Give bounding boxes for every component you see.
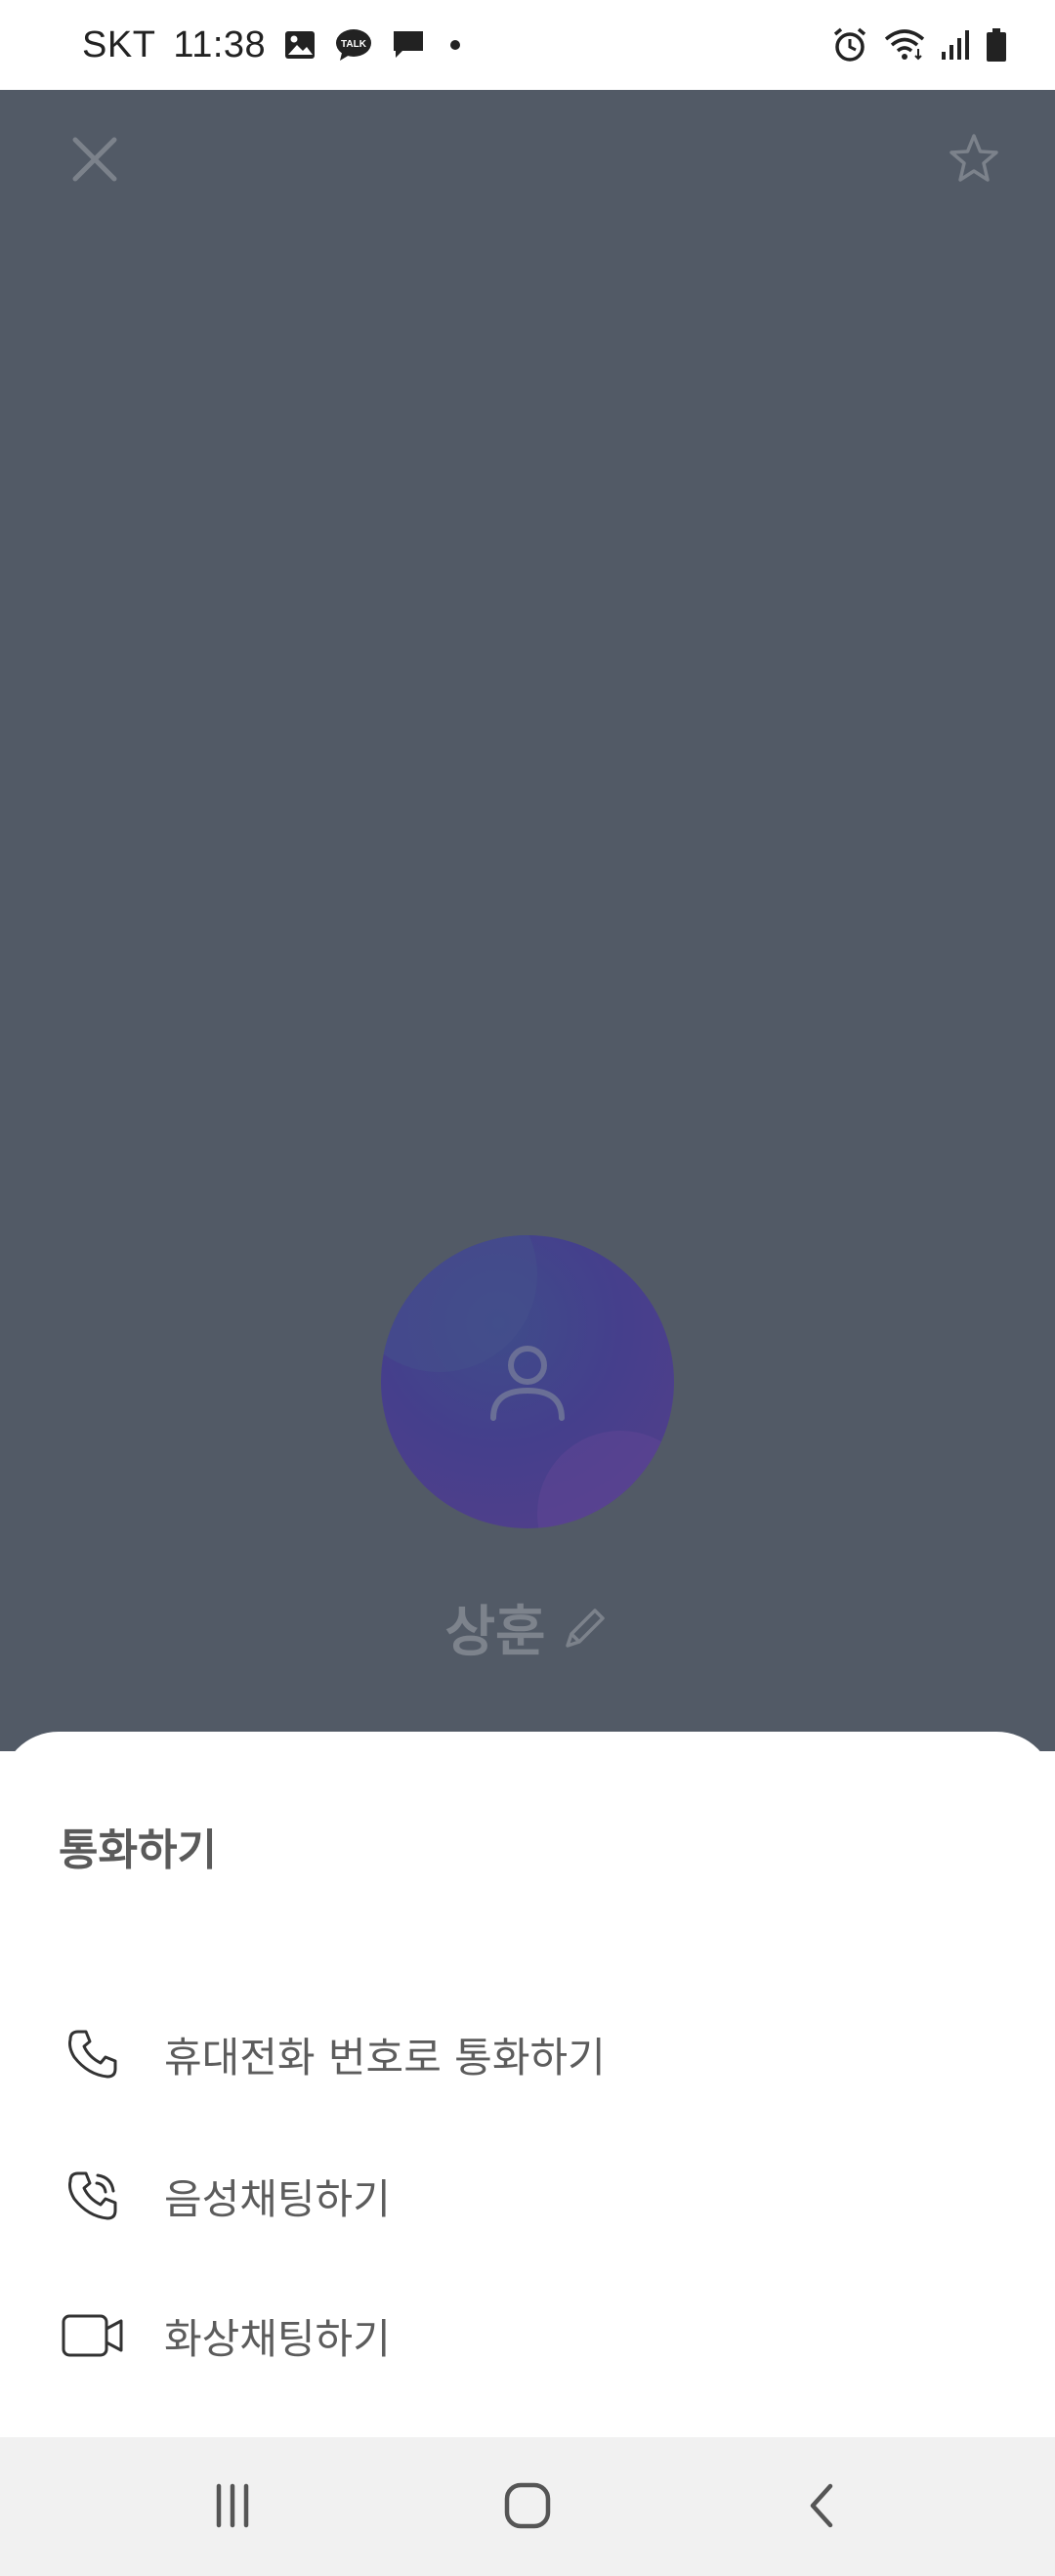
avatar-decoration <box>537 1431 674 1528</box>
carrier-label: SKT <box>82 23 156 65</box>
phone-icon <box>59 2020 127 2088</box>
alarm-icon <box>830 25 869 64</box>
recent-apps-button[interactable] <box>184 2467 281 2545</box>
profile-avatar[interactable] <box>381 1235 674 1528</box>
signal-icon <box>940 28 971 62</box>
favorite-button[interactable] <box>940 125 1008 193</box>
navigation-bar <box>0 2437 1055 2576</box>
voice-call-icon <box>59 2162 127 2230</box>
status-bar: SKT 11:38 TALK <box>0 0 1055 90</box>
back-icon <box>810 2483 833 2528</box>
option-label: 화상채팅하기 <box>164 2314 391 2363</box>
close-button[interactable] <box>61 125 129 193</box>
person-icon <box>490 1346 565 1421</box>
profile-name: 상훈 <box>444 1601 546 1664</box>
star-icon <box>950 134 998 182</box>
home-icon <box>504 2482 551 2529</box>
recent-apps-icon <box>216 2483 249 2528</box>
video-camera-icon <box>59 2301 127 2370</box>
dot-icon <box>443 33 467 57</box>
option-label: 휴대전화 번호로 통화하기 <box>164 2033 606 2082</box>
status-left: SKT 11:38 TALK <box>82 0 467 90</box>
kakaotalk-badge-text: TALK <box>341 39 367 50</box>
call-phone-number-option[interactable]: 휴대전화 번호로 통화하기 <box>0 1986 1055 2123</box>
message-icon <box>391 27 426 63</box>
back-button[interactable] <box>774 2467 871 2545</box>
wifi-icon <box>883 27 926 63</box>
clock-time: 11:38 <box>173 23 267 65</box>
pencil-icon <box>565 1608 605 1648</box>
sheet-title: 통화하기 <box>59 1825 217 1875</box>
kakaotalk-icon: TALK <box>334 27 373 63</box>
option-label: 음성채팅하기 <box>164 2174 391 2223</box>
edit-name-button[interactable] <box>560 1603 611 1653</box>
voice-chat-option[interactable]: 음성채팅하기 <box>0 2127 1055 2264</box>
status-right <box>830 0 1008 90</box>
gallery-icon <box>283 28 316 62</box>
profile-name-row: 상훈 <box>0 1588 1055 1667</box>
home-button[interactable] <box>479 2467 576 2545</box>
close-icon <box>72 137 117 182</box>
video-chat-option[interactable]: 화상채팅하기 <box>0 2267 1055 2404</box>
battery-icon <box>985 27 1008 63</box>
call-options-sheet: 통화하기 휴대전화 번호로 통화하기 음성채팅하기 화상채팅하기 <box>0 1732 1055 2437</box>
